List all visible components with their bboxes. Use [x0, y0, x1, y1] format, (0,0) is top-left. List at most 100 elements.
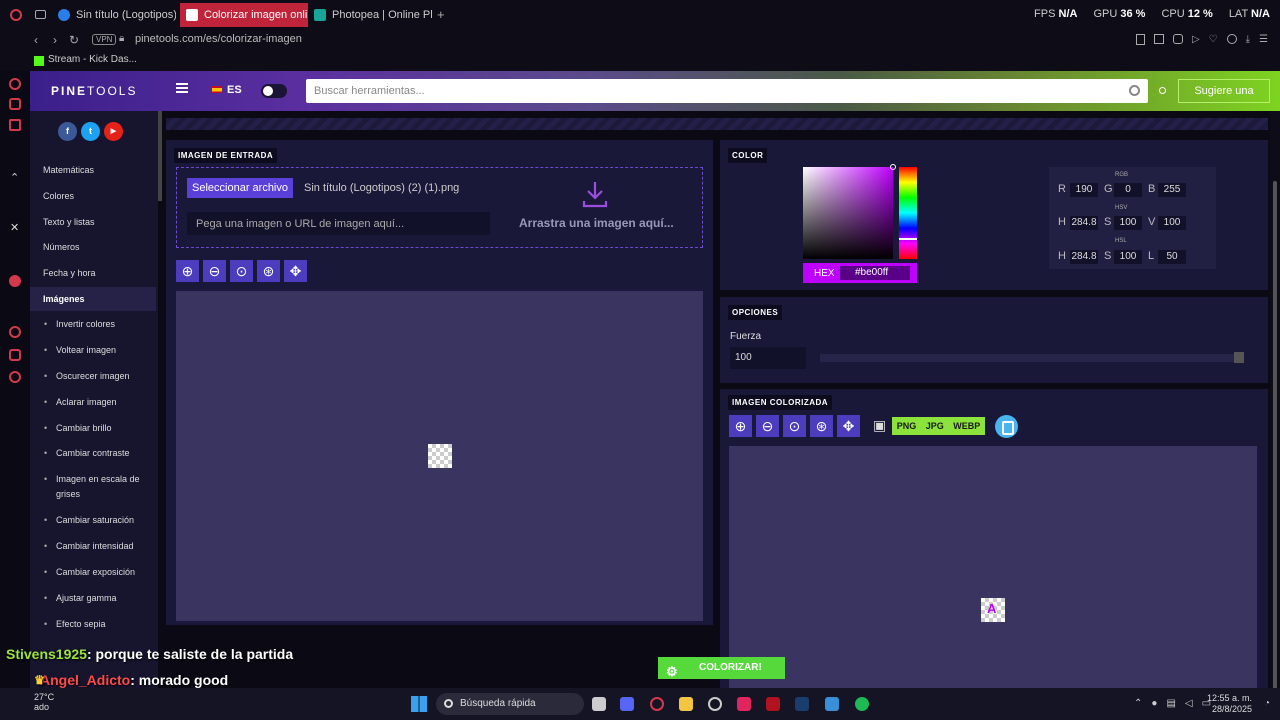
vpn-badge[interactable]: VPN — [92, 34, 117, 45]
g-input[interactable]: 0 — [1114, 183, 1142, 197]
xbox-icon[interactable] — [708, 697, 722, 711]
gmail-icon[interactable] — [9, 119, 21, 131]
language-selector[interactable]: ES — [212, 84, 242, 96]
file-explorer-icon[interactable] — [679, 697, 693, 711]
twitter-icon[interactable]: t — [81, 122, 100, 141]
nav-cambiar-saturacion[interactable]: Cambiar saturación — [44, 513, 149, 528]
pan-icon[interactable]: ✥ — [837, 415, 860, 437]
page-scrollbar-thumb[interactable] — [1273, 181, 1277, 691]
nav-ajustar-gamma[interactable]: Ajustar gamma — [44, 591, 149, 606]
hsv-s-input[interactable]: 100 — [1114, 216, 1142, 230]
notification-bell-icon[interactable]: ◔ — [1264, 698, 1270, 709]
nav-cambiar-contraste[interactable]: Cambiar contraste — [44, 446, 149, 461]
pan-icon[interactable]: ✥ — [284, 260, 307, 282]
image-drop-zone[interactable]: Seleccionar archivo Sin título (Logotipo… — [176, 167, 703, 248]
menu-icon[interactable]: ☰ — [1259, 34, 1268, 45]
account-icon[interactable] — [1226, 34, 1237, 44]
pinetools-logo[interactable]: PINETOOLS — [51, 84, 137, 98]
zoom-fit-icon[interactable]: ⊙ — [230, 260, 253, 282]
url-text[interactable]: pinetools.com/es/colorizar-imagen — [135, 33, 302, 45]
hsv-v-input[interactable]: 100 — [1158, 216, 1186, 230]
new-tab-button[interactable]: + — [437, 7, 445, 22]
nav-efecto-sepia[interactable]: Efecto sepia — [44, 617, 149, 632]
weather-widget[interactable]: 27°C ado — [34, 692, 54, 712]
nav-numeros[interactable]: Números — [43, 242, 80, 252]
bookmark-icon[interactable] — [1135, 34, 1145, 45]
output-image-canvas[interactable]: A — [729, 446, 1257, 689]
ai-icon[interactable]: ⌃ — [10, 171, 19, 184]
format-webp[interactable]: WEBP — [953, 421, 980, 431]
taskbar-clock[interactable]: 12:55 a. m. 28/8/2025 — [1207, 693, 1252, 715]
forward-icon[interactable]: › — [53, 33, 57, 47]
search-input[interactable]: Buscar herramientas... — [306, 79, 1148, 103]
dark-mode-toggle[interactable] — [261, 84, 287, 98]
nav-fecha-hora[interactable]: Fecha y hora — [43, 268, 96, 278]
strength-slider[interactable] — [820, 352, 1244, 363]
back-icon[interactable]: ‹ — [34, 33, 38, 47]
zoom-in-icon[interactable]: ⊕ — [176, 260, 199, 282]
nav-cambiar-intensidad[interactable]: Cambiar intensidad — [44, 539, 149, 554]
messenger-icon[interactable] — [9, 98, 21, 110]
output-image-preview[interactable]: A — [981, 598, 1005, 622]
microphone-icon[interactable]: ● — [1151, 698, 1157, 709]
suggest-button[interactable]: Sugiere una — [1178, 79, 1270, 103]
nav-invertir-colores[interactable]: Invertir colores — [44, 317, 149, 332]
tab-overview-icon[interactable] — [35, 10, 46, 19]
play-icon[interactable]: ▷ — [1192, 34, 1200, 45]
hue-handle[interactable] — [899, 238, 917, 240]
app-icon[interactable] — [825, 697, 839, 711]
nav-voltear-imagen[interactable]: Voltear imagen — [44, 343, 149, 358]
r-input[interactable]: 190 — [1070, 183, 1098, 197]
youtube-icon[interactable]: ▶ — [104, 122, 123, 141]
nav-aclarar-imagen[interactable]: Aclarar imagen — [44, 395, 149, 410]
steam-icon[interactable] — [795, 697, 809, 711]
image-url-input[interactable]: Pega una imagen o URL de imagen aquí... — [187, 212, 490, 235]
hex-input[interactable]: #be00ff — [840, 266, 910, 280]
zoom-reset-icon[interactable]: ⊛ — [810, 415, 833, 437]
nav-cambiar-brillo[interactable]: Cambiar brillo — [44, 421, 149, 436]
nav-oscurecer-imagen[interactable]: Oscurecer imagen — [44, 369, 149, 384]
bookmark-kick[interactable]: Stream - Kick Das... — [48, 54, 137, 65]
opera-rail-icon[interactable] — [9, 78, 21, 90]
zoom-reset-icon[interactable]: ⊛ — [257, 260, 280, 282]
x-icon[interactable]: ✕ — [10, 221, 19, 234]
discord-icon[interactable] — [620, 697, 634, 711]
hsv-h-input[interactable]: 284.8 — [1070, 216, 1098, 230]
input-image-preview[interactable] — [428, 444, 452, 468]
b-input[interactable]: 255 — [1158, 183, 1186, 197]
save-icon[interactable]: ▣ — [873, 417, 891, 437]
hsl-s-input[interactable]: 100 — [1114, 250, 1142, 264]
saturation-value-picker[interactable] — [803, 164, 896, 259]
network-icon[interactable]: ▤ — [1166, 698, 1175, 709]
copy-clipboard-icon[interactable] — [995, 415, 1018, 438]
nav-texto-listas[interactable]: Texto y listas — [43, 217, 95, 227]
task-view-icon[interactable] — [592, 697, 606, 711]
extensions-icon[interactable] — [9, 349, 21, 361]
tab-photopea[interactable]: Photopea | Online Photo E — [308, 3, 432, 27]
search-icon[interactable] — [1129, 85, 1140, 96]
music-icon[interactable] — [9, 275, 21, 287]
strength-input[interactable]: 100 — [730, 347, 806, 369]
hex-field[interactable]: HEX #be00ff — [803, 263, 917, 283]
nav-cambiar-exposicion[interactable]: Cambiar exposición — [44, 565, 149, 580]
tab-logotipos[interactable]: Sin título (Logotipos) - Lo — [52, 3, 176, 27]
zoom-in-icon[interactable]: ⊕ — [729, 415, 752, 437]
zoom-out-icon[interactable]: ⊖ — [756, 415, 779, 437]
hsl-h-input[interactable]: 284.8 — [1070, 250, 1098, 264]
reload-icon[interactable]: ↻ — [69, 33, 79, 47]
history-icon[interactable] — [9, 326, 21, 338]
format-png[interactable]: PNG — [897, 421, 917, 431]
strength-slider-handle[interactable] — [1234, 352, 1244, 363]
chevron-up-icon[interactable]: ⌃ — [1134, 698, 1142, 709]
page-scrollbar[interactable] — [1270, 111, 1280, 691]
nav-escala-grises[interactable]: Imagen en escala de grises — [44, 472, 149, 502]
tiktok-icon[interactable] — [737, 697, 751, 711]
settings-icon[interactable] — [9, 371, 21, 383]
picker-cursor[interactable] — [890, 164, 896, 170]
shield-icon[interactable] — [1172, 34, 1183, 44]
sidebar-scrollbar[interactable] — [158, 111, 162, 201]
hamburger-menu-icon[interactable] — [176, 83, 188, 93]
volume-icon[interactable]: ◁ — [1185, 698, 1193, 709]
zoom-out-icon[interactable]: ⊖ — [203, 260, 226, 282]
opera-logo-icon[interactable] — [10, 9, 22, 21]
